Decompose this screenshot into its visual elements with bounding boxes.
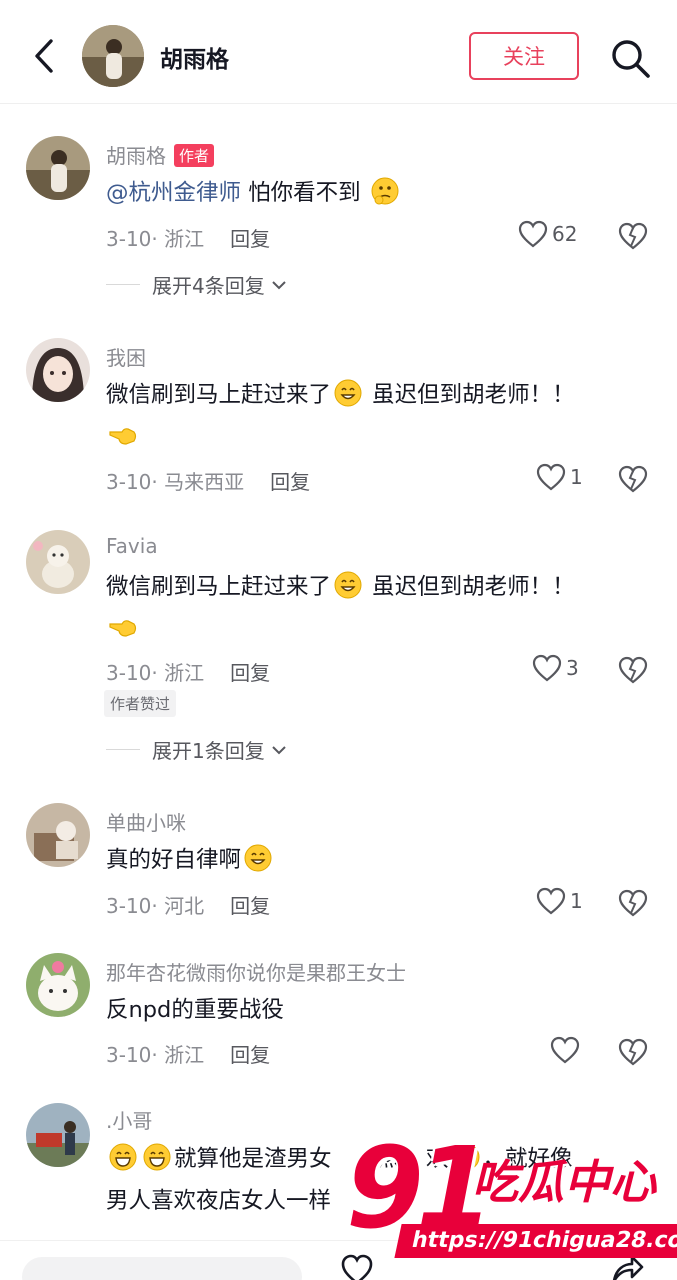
comment-date: 3-10 (106, 227, 152, 251)
author-name[interactable]: 胡雨格 (160, 40, 229, 74)
dislike-icon[interactable] (618, 221, 648, 251)
comment-meta: 3-10· 浙江 回复 (106, 661, 271, 685)
commenter-avatar[interactable] (26, 953, 90, 1017)
dislike-icon[interactable] (618, 888, 648, 918)
like-count: 1 (570, 889, 583, 913)
pointing-hand-icon (109, 428, 137, 445)
commenter-name[interactable]: 胡雨格 (106, 144, 166, 168)
commenter-name-row: 胡雨格 作者 (106, 140, 215, 169)
like-button[interactable]: 62 (518, 220, 577, 248)
back-button[interactable] (26, 34, 62, 78)
like-count: 62 (552, 222, 578, 246)
commenter-name[interactable]: 我困 (106, 342, 146, 371)
search-button[interactable] (608, 36, 652, 80)
comment-text: 真的好自律啊 (106, 839, 646, 881)
follow-button[interactable]: 关注 (469, 32, 579, 80)
mention-link[interactable]: @杭州金律师 (106, 180, 241, 206)
search-icon (612, 40, 650, 78)
pointing-hand-icon (109, 620, 137, 637)
grin-emoji-icon (143, 1143, 171, 1171)
comment-meta: 3-10· 河北 回复 (106, 894, 271, 918)
like-button[interactable]: 3 (532, 654, 579, 682)
heart-icon (536, 887, 566, 915)
watermark: 91 吃瓜中心 https://91chigua28.com (338, 1124, 677, 1260)
expand-replies-button[interactable]: 展开4条回复 (106, 270, 287, 299)
dislike-icon[interactable] (618, 464, 648, 494)
comment-date: 3-10 (106, 1043, 152, 1067)
comment-text: 微信刷到马上赶过来了 虽迟但到胡老师！！ (106, 566, 646, 650)
heart-icon (550, 1036, 580, 1064)
like-button[interactable] (550, 1036, 580, 1064)
like-count: 1 (570, 465, 583, 489)
author-avatar[interactable] (82, 25, 144, 87)
grin-emoji-icon (334, 379, 362, 407)
dislike-icon[interactable] (618, 655, 648, 685)
commenter-avatar[interactable] (26, 1103, 90, 1167)
comment-location: 浙江 (164, 661, 205, 685)
comment-text: 微信刷到马上赶过来了 虽迟但到胡老师！！ (106, 374, 646, 458)
commenter-name[interactable]: 那年杏花微雨你说你是果郡王女士 (106, 957, 406, 986)
watermark-brand: 吃瓜中心 (472, 1155, 656, 1209)
comment-meta: 3-10· 浙江 回复 (106, 1043, 271, 1067)
comment-text: 反npd的重要战役 (106, 997, 284, 1023)
dislike-icon[interactable] (618, 1037, 648, 1067)
reply-button[interactable]: 回复 (230, 661, 270, 685)
author-liked-badge: 作者赞过 (104, 690, 177, 717)
comment-location: 马来西亚 (164, 470, 245, 494)
reply-button[interactable]: 回复 (230, 227, 270, 251)
heart-icon (518, 220, 548, 248)
commenter-avatar[interactable] (26, 530, 90, 594)
comment-input[interactable] (22, 1257, 302, 1280)
heart-icon (532, 654, 562, 682)
grin-emoji-icon (244, 844, 272, 872)
comment-location: 河北 (164, 894, 205, 918)
commenter-avatar[interactable] (26, 803, 90, 867)
comment-date: 3-10 (106, 894, 152, 918)
commenter-avatar[interactable] (26, 136, 90, 200)
grin-emoji-icon (334, 571, 362, 599)
comment-date: 3-10 (106, 661, 152, 685)
thinking-emoji-icon (371, 177, 399, 205)
reply-button[interactable]: 回复 (230, 894, 270, 918)
like-button[interactable]: 1 (536, 463, 583, 491)
comment-body: 怕你看不到 (241, 180, 361, 206)
comment-location: 浙江 (164, 1043, 205, 1067)
commenter-name[interactable]: 单曲小咪 (106, 807, 186, 836)
like-count: 3 (566, 656, 579, 680)
grin-emoji-icon (109, 1143, 137, 1171)
comment-meta: 3-10· 浙江 回复 (106, 227, 271, 251)
heart-icon (536, 463, 566, 491)
author-badge: 作者 (174, 144, 215, 167)
chevron-down-icon (272, 745, 286, 754)
like-button[interactable]: 1 (536, 887, 583, 915)
commenter-name[interactable]: Favia (106, 534, 158, 558)
watermark-url: https://91chigua28.com (394, 1224, 677, 1258)
comment-date: 3-10 (106, 470, 152, 494)
comment-location: 浙江 (164, 227, 205, 251)
comment-meta: 3-10· 马来西亚 回复 (106, 470, 311, 494)
chevron-down-icon (272, 280, 286, 289)
top-bar: 胡雨格 关注 (0, 0, 677, 104)
comment-text: @杭州金律师 怕你看不到 (106, 172, 646, 214)
commenter-avatar[interactable] (26, 338, 90, 402)
reply-button[interactable]: 回复 (270, 470, 310, 494)
commenter-name[interactable]: .小哥 (106, 1105, 152, 1134)
expand-replies-button[interactable]: 展开1条回复 (106, 735, 287, 764)
reply-button[interactable]: 回复 (230, 1043, 270, 1067)
chevron-left-icon (35, 39, 53, 73)
